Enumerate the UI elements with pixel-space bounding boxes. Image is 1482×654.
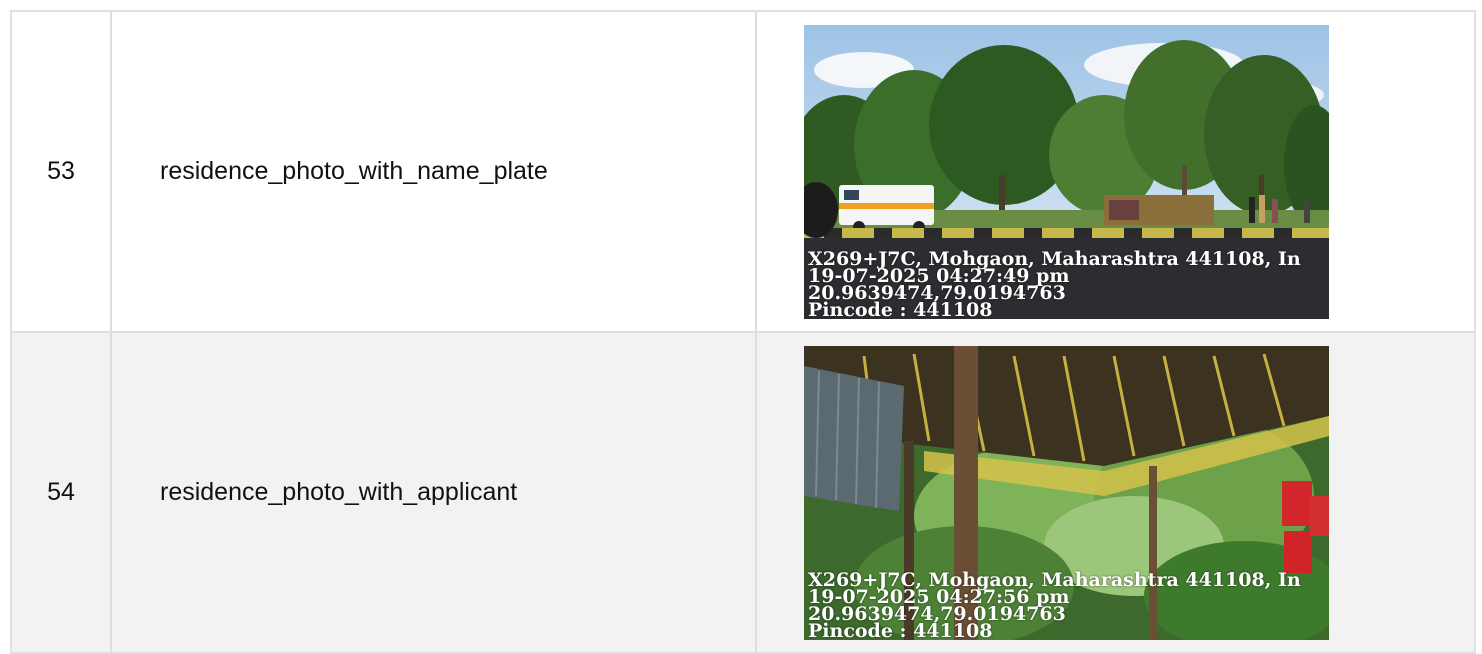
geotagged-photo[interactable]: X269+J7C, Mohgaon, Maharashtra 441108, I… <box>804 345 1329 640</box>
row-index: 54 <box>12 333 112 652</box>
table-row: 53 residence_photo_with_name_plate X269+… <box>12 12 1474 333</box>
geotag-pincode: Pincode : 441108 <box>808 298 993 319</box>
photo-geotag-overlay: X269+J7C, Mohgaon, Maharashtra 441108, I… <box>808 570 1301 640</box>
data-table: 53 residence_photo_with_name_plate X269+… <box>10 10 1476 654</box>
field-name: residence_photo_with_name_plate <box>112 12 757 331</box>
table-row: 54 residence_photo_with_applicant X269+J… <box>12 333 1474 654</box>
row-index: 53 <box>12 12 112 331</box>
geotag-pincode: Pincode : 441108 <box>808 619 993 640</box>
photo-cell: X269+J7C, Mohgaon, Maharashtra 441108, I… <box>757 333 1474 652</box>
geotagged-photo[interactable]: X269+J7C, Mohgaon, Maharashtra 441108, I… <box>804 24 1329 319</box>
photo-cell: X269+J7C, Mohgaon, Maharashtra 441108, I… <box>757 12 1474 331</box>
photo-geotag-overlay: X269+J7C, Mohgaon, Maharashtra 441108, I… <box>808 249 1301 319</box>
field-name: residence_photo_with_applicant <box>112 333 757 652</box>
